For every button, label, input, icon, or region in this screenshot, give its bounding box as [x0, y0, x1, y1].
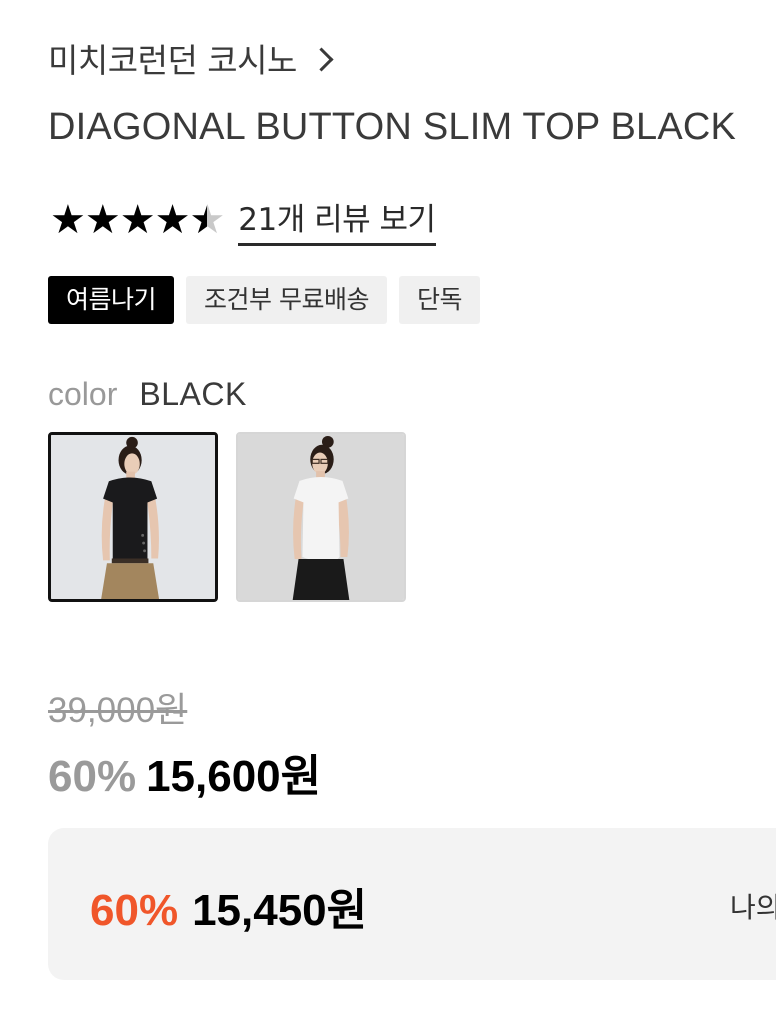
member-side-link[interactable]: 나의: [730, 886, 776, 926]
color-row: color BLACK: [48, 376, 247, 413]
product-detail-page: 미치코런던 코시노 DIAGONAL BUTTON SLIM TOP BLACK…: [0, 0, 776, 1015]
sale-discount: 60%: [48, 752, 137, 801]
sale-price-row: 60% 15,600원: [48, 740, 321, 804]
tag-list: 여름나기 조건부 무료배송 단독: [48, 276, 480, 324]
tag-free-shipping: 조건부 무료배송: [186, 276, 387, 324]
original-price: 39,000원: [48, 691, 188, 730]
color-label: color: [48, 376, 118, 412]
member-discount: 60%: [90, 886, 179, 935]
brand-name: 미치코런던 코시노: [48, 41, 297, 80]
product-title: DIAGONAL BUTTON SLIM TOP BLACK: [48, 106, 737, 148]
member-price: 15,450원: [192, 886, 368, 935]
white-top-swatch[interactable]: [236, 432, 406, 602]
white-top-photo: [238, 434, 404, 600]
black-top-swatch[interactable]: [48, 432, 218, 602]
star-rating-filled: ★★★★★: [50, 198, 207, 242]
tag-exclusive: 단독: [398, 276, 480, 324]
member-price-row: 60% 15,450원: [90, 874, 367, 938]
tag-summer: 여름나기: [48, 276, 175, 324]
chevron-right-icon: [309, 46, 334, 72]
rating-row: ★★★★★ ★★★★★ 21개 리뷰 보기: [50, 194, 436, 246]
review-link[interactable]: 21개 리뷰 보기: [238, 194, 436, 246]
color-value: BLACK: [139, 376, 247, 412]
color-swatch-list: [48, 432, 406, 602]
star-rating: ★★★★★ ★★★★★: [50, 198, 225, 242]
member-price-box: 60% 15,450원 나의: [48, 828, 776, 980]
brand-link[interactable]: 미치코런던 코시노: [48, 34, 334, 82]
black-top-photo: [51, 435, 215, 599]
sale-price: 15,600원: [146, 752, 322, 801]
